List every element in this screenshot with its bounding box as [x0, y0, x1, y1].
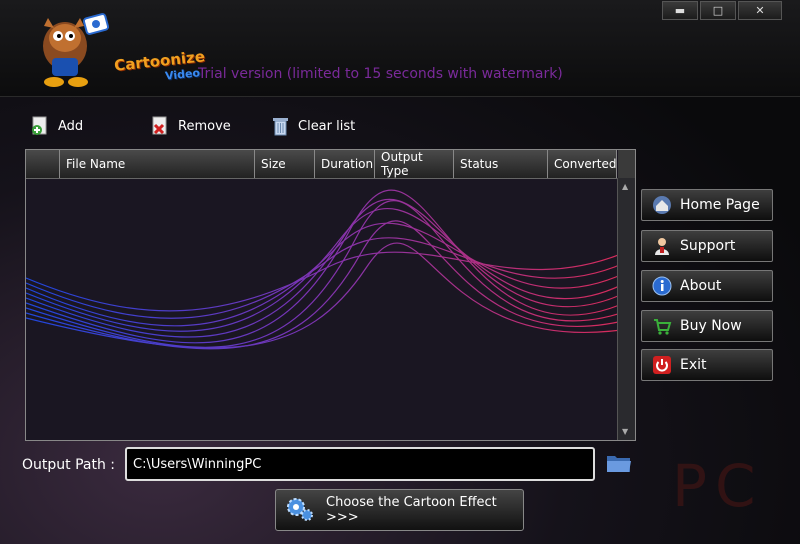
column-header-output-type[interactable]: Output Type [375, 150, 454, 178]
trash-icon [270, 116, 290, 136]
maximize-button[interactable]: □ [700, 1, 736, 20]
column-header-file-name[interactable]: File Name [60, 150, 255, 178]
column-header-converted[interactable]: Converted [548, 150, 617, 178]
exit-button[interactable]: Exit [641, 349, 773, 381]
support-button[interactable]: Support [641, 230, 773, 262]
gears-icon [284, 493, 314, 527]
choose-cartoon-effect-button[interactable]: Choose the Cartoon Effect >>> [275, 489, 524, 531]
minimize-button[interactable]: ▬ [662, 1, 698, 20]
column-header-select[interactable] [26, 150, 60, 178]
scrollbar-corner [618, 150, 635, 178]
buy-now-label: Buy Now [680, 318, 742, 334]
vertical-scrollbar[interactable]: ▲ ▼ [617, 178, 635, 440]
exit-label: Exit [680, 357, 707, 373]
file-list-table[interactable]: File Name Size Duration Output Type Stat… [25, 149, 636, 441]
home-icon [652, 195, 672, 215]
table-header: File Name Size Duration Output Type Stat… [26, 150, 617, 179]
clear-list-button[interactable]: Clear list [270, 116, 355, 136]
folder-icon [607, 456, 631, 472]
support-person-icon [652, 236, 672, 256]
remove-button[interactable]: Remove [150, 116, 231, 136]
output-path-label: Output Path : [22, 457, 116, 473]
choose-cartoon-effect-label: Choose the Cartoon Effect >>> [326, 495, 497, 525]
browse-folder-button[interactable] [606, 452, 632, 474]
column-header-duration[interactable]: Duration [315, 150, 375, 178]
scroll-up-arrow-icon[interactable]: ▲ [622, 182, 628, 191]
logo-subtext: Video [164, 66, 201, 83]
title-bar: Cartoonize Video Trial version (limited … [0, 0, 800, 97]
window-controls: ▬ □ ✕ [662, 1, 782, 20]
app-logo: Cartoonize Video [30, 8, 206, 90]
power-icon [652, 355, 672, 375]
trial-notice: Trial version (limited to 15 seconds wit… [198, 66, 563, 82]
scroll-down-arrow-icon[interactable]: ▼ [622, 427, 628, 436]
add-button[interactable]: Add [30, 116, 83, 136]
add-file-icon [30, 116, 50, 136]
home-page-label: Home Page [680, 197, 760, 213]
about-button[interactable]: About [641, 270, 773, 302]
remove-file-icon [150, 116, 170, 136]
column-header-status[interactable]: Status [454, 150, 548, 178]
clear-list-label: Clear list [298, 118, 356, 134]
wave-background-graphic [26, 189, 635, 350]
home-page-button[interactable]: Home Page [641, 189, 773, 221]
watermark-text: PC [672, 452, 764, 520]
about-label: About [680, 278, 722, 294]
armadillo-mascot-icon [43, 13, 110, 87]
support-label: Support [680, 238, 736, 254]
info-icon [652, 276, 672, 296]
output-path-input[interactable] [125, 447, 595, 481]
add-label: Add [58, 118, 84, 134]
close-button[interactable]: ✕ [738, 1, 782, 20]
remove-label: Remove [178, 118, 231, 134]
buy-now-button[interactable]: Buy Now [641, 310, 773, 342]
column-header-size[interactable]: Size [255, 150, 315, 178]
cart-icon [652, 316, 672, 336]
app-window: Cartoonize Video Trial version (limited … [0, 0, 800, 544]
